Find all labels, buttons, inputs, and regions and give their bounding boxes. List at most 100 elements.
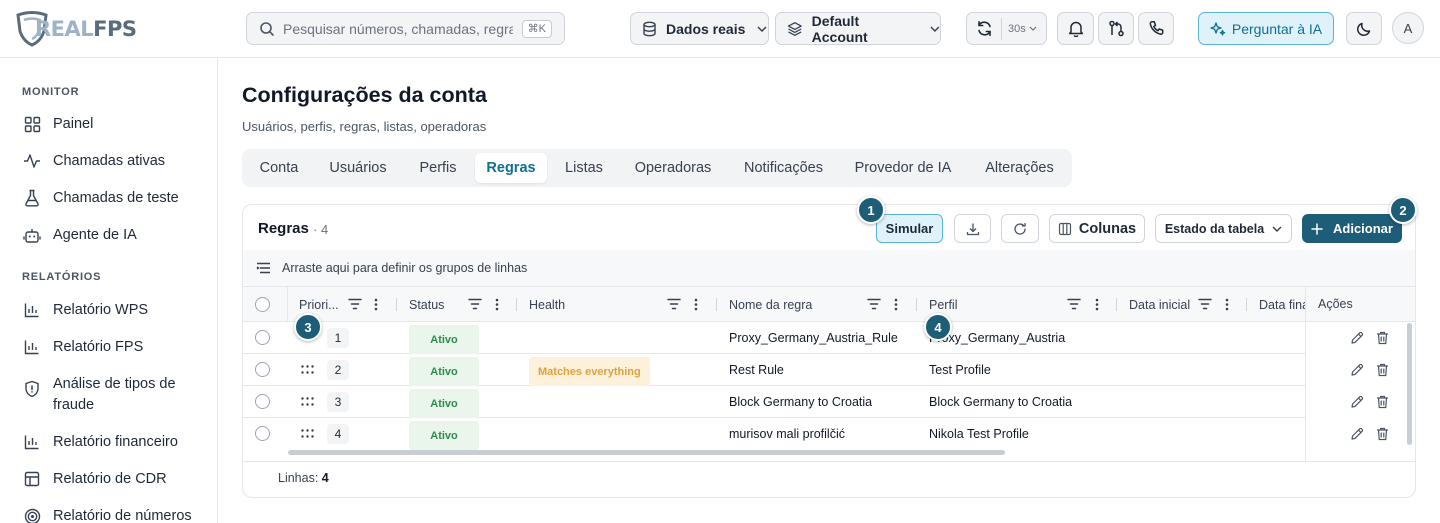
trash-icon[interactable] xyxy=(1376,395,1389,409)
settings-tabs: Conta Usuários Perfis Regras Listas Oper… xyxy=(242,149,1072,187)
tab-usuarios[interactable]: Usuários xyxy=(318,153,398,183)
rule-profile: Block Germany to Croatia xyxy=(929,394,1073,409)
drag-handle-icon[interactable] xyxy=(301,429,314,438)
theme-toggle-button[interactable] xyxy=(1346,12,1382,45)
row-select-radio[interactable] xyxy=(255,426,270,441)
header-health[interactable]: Health xyxy=(529,287,565,322)
sparkles-icon xyxy=(1210,21,1226,36)
trash-icon[interactable] xyxy=(1376,363,1389,377)
row-group-drop-zone[interactable]: Arraste aqui para definir os grupos de l… xyxy=(243,250,1415,286)
tab-alteracoes[interactable]: Alterações xyxy=(971,153,1068,183)
column-menu-icon[interactable] xyxy=(1225,298,1229,311)
search-box[interactable]: ⌘K xyxy=(246,12,565,45)
header-rule-name[interactable]: Nome da regra xyxy=(729,287,812,322)
refresh-icon[interactable] xyxy=(976,20,993,37)
health-badge: Matches everything xyxy=(529,357,650,386)
columns-button[interactable]: Colunas xyxy=(1049,214,1145,243)
filter-icon[interactable] xyxy=(468,298,482,310)
account-select[interactable]: Default Account xyxy=(775,12,941,45)
sidebar-item-relatorio-fps[interactable]: Relatório FPS xyxy=(22,337,202,358)
flask-icon xyxy=(22,188,42,208)
sidebar: MONITOR Painel Chamadas ativas Chamadas … xyxy=(0,58,218,523)
select-all-radio[interactable] xyxy=(255,297,270,312)
table-row[interactable]: 4 Ativo murisov mali profilčić Nikola Te… xyxy=(243,418,1415,450)
data-source-select[interactable]: Dados reais xyxy=(630,12,769,45)
edit-icon[interactable] xyxy=(1350,363,1364,377)
drag-handle-icon[interactable] xyxy=(301,365,314,374)
table-row[interactable]: 2 Ativo Matches everything Rest Rule Tes… xyxy=(243,354,1415,386)
trash-icon[interactable] xyxy=(1376,331,1389,345)
reload-button[interactable] xyxy=(1001,214,1039,243)
sidebar-item-label: Relatório de CDR xyxy=(53,471,167,487)
tab-perfis[interactable]: Perfis xyxy=(406,153,470,183)
tab-conta[interactable]: Conta xyxy=(248,153,310,183)
horizontal-scrollbar[interactable] xyxy=(288,450,1005,455)
filter-icon[interactable] xyxy=(667,298,681,310)
edit-icon[interactable] xyxy=(1350,331,1364,345)
drag-handle-icon[interactable] xyxy=(301,397,314,406)
filter-icon[interactable] xyxy=(1198,298,1212,310)
sidebar-item-label: Análise de tipos de fraude xyxy=(53,376,176,413)
edit-icon[interactable] xyxy=(1350,427,1364,441)
row-select-radio[interactable] xyxy=(255,394,270,409)
tab-regras[interactable]: Regras xyxy=(475,153,547,183)
sidebar-item-relatorio-cdr[interactable]: Relatório de CDR xyxy=(22,469,202,490)
download-button[interactable] xyxy=(954,214,991,243)
logo[interactable]: REALFPS xyxy=(15,9,137,49)
chevron-down-icon xyxy=(757,25,767,32)
edit-icon[interactable] xyxy=(1350,395,1364,409)
logo-text-real: REAL xyxy=(35,17,94,41)
sidebar-item-chamadas-de-teste[interactable]: Chamadas de teste xyxy=(22,188,202,209)
ask-ai-button[interactable]: Perguntar à IA xyxy=(1198,12,1334,45)
simulate-button[interactable]: Simular xyxy=(876,214,943,243)
sidebar-item-relatorio-wps[interactable]: Relatório WPS xyxy=(22,300,202,321)
account-label: Default Account xyxy=(811,12,868,45)
sidebar-item-relatorio-numeros[interactable]: Relatório de números xyxy=(22,506,202,523)
row-select-radio[interactable] xyxy=(255,362,270,377)
notifications-button[interactable] xyxy=(1057,12,1094,45)
tab-listas[interactable]: Listas xyxy=(554,153,614,183)
sidebar-item-analise-fraude[interactable]: Análise de tipos de fraude xyxy=(22,374,202,416)
sidebar-item-relatorio-financeiro[interactable]: Relatório financeiro xyxy=(22,432,202,453)
bar-chart-icon xyxy=(22,300,42,320)
tab-notificacoes[interactable]: Notificações xyxy=(732,153,835,183)
sidebar-item-agente-de-ia[interactable]: Agente de IA xyxy=(22,225,202,246)
git-compare-button[interactable] xyxy=(1098,12,1134,45)
phone-button[interactable] xyxy=(1138,12,1174,45)
refresh-interval[interactable]: 30s xyxy=(1008,23,1026,35)
table-row[interactable]: 1 Ativo Proxy_Germany_Austria_Rule Proxy… xyxy=(243,322,1415,354)
vertical-scrollbar[interactable] xyxy=(1407,323,1412,445)
sidebar-item-painel[interactable]: Painel xyxy=(22,114,202,135)
sidebar-item-chamadas-ativas[interactable]: Chamadas ativas xyxy=(22,151,202,172)
table-row[interactable]: 3 Ativo Block Germany to Croatia Block G… xyxy=(243,386,1415,418)
header-status[interactable]: Status xyxy=(409,287,444,322)
auto-refresh-group[interactable]: 30s xyxy=(966,12,1047,45)
column-menu-icon[interactable] xyxy=(495,298,499,311)
tab-provedor-ia[interactable]: Provedor de IA xyxy=(845,153,961,183)
column-menu-icon[interactable] xyxy=(1095,298,1099,311)
add-rule-button[interactable]: Adicionar xyxy=(1302,214,1402,243)
filter-icon[interactable] xyxy=(867,298,881,310)
column-menu-icon[interactable] xyxy=(374,298,378,311)
column-menu-icon[interactable] xyxy=(894,298,898,311)
row-select-radio[interactable] xyxy=(255,330,270,345)
column-menu-icon[interactable] xyxy=(694,298,698,311)
rule-name: Block Germany to Croatia xyxy=(729,394,873,409)
download-icon xyxy=(966,223,979,235)
filter-icon[interactable] xyxy=(1067,298,1081,310)
header-end-date[interactable]: Data fina xyxy=(1259,287,1309,322)
sidebar-item-label: Relatório WPS xyxy=(53,302,149,318)
bar-chart-icon xyxy=(22,432,42,452)
search-input[interactable] xyxy=(283,20,513,37)
tab-operadoras[interactable]: Operadoras xyxy=(623,153,723,183)
trash-icon[interactable] xyxy=(1376,427,1389,441)
filter-icon[interactable] xyxy=(348,298,362,310)
sidebar-item-label: Chamadas ativas xyxy=(53,153,166,169)
header-start-date[interactable]: Data inicial xyxy=(1129,287,1190,322)
avatar[interactable]: A xyxy=(1392,12,1424,44)
table-state-select[interactable]: Estado da tabela xyxy=(1155,214,1292,243)
rule-profile: Test Profile xyxy=(929,362,991,377)
ask-ai-label: Perguntar à IA xyxy=(1231,20,1323,37)
rule-profile: Nikola Test Profile xyxy=(929,426,1029,441)
search-icon xyxy=(260,21,274,36)
